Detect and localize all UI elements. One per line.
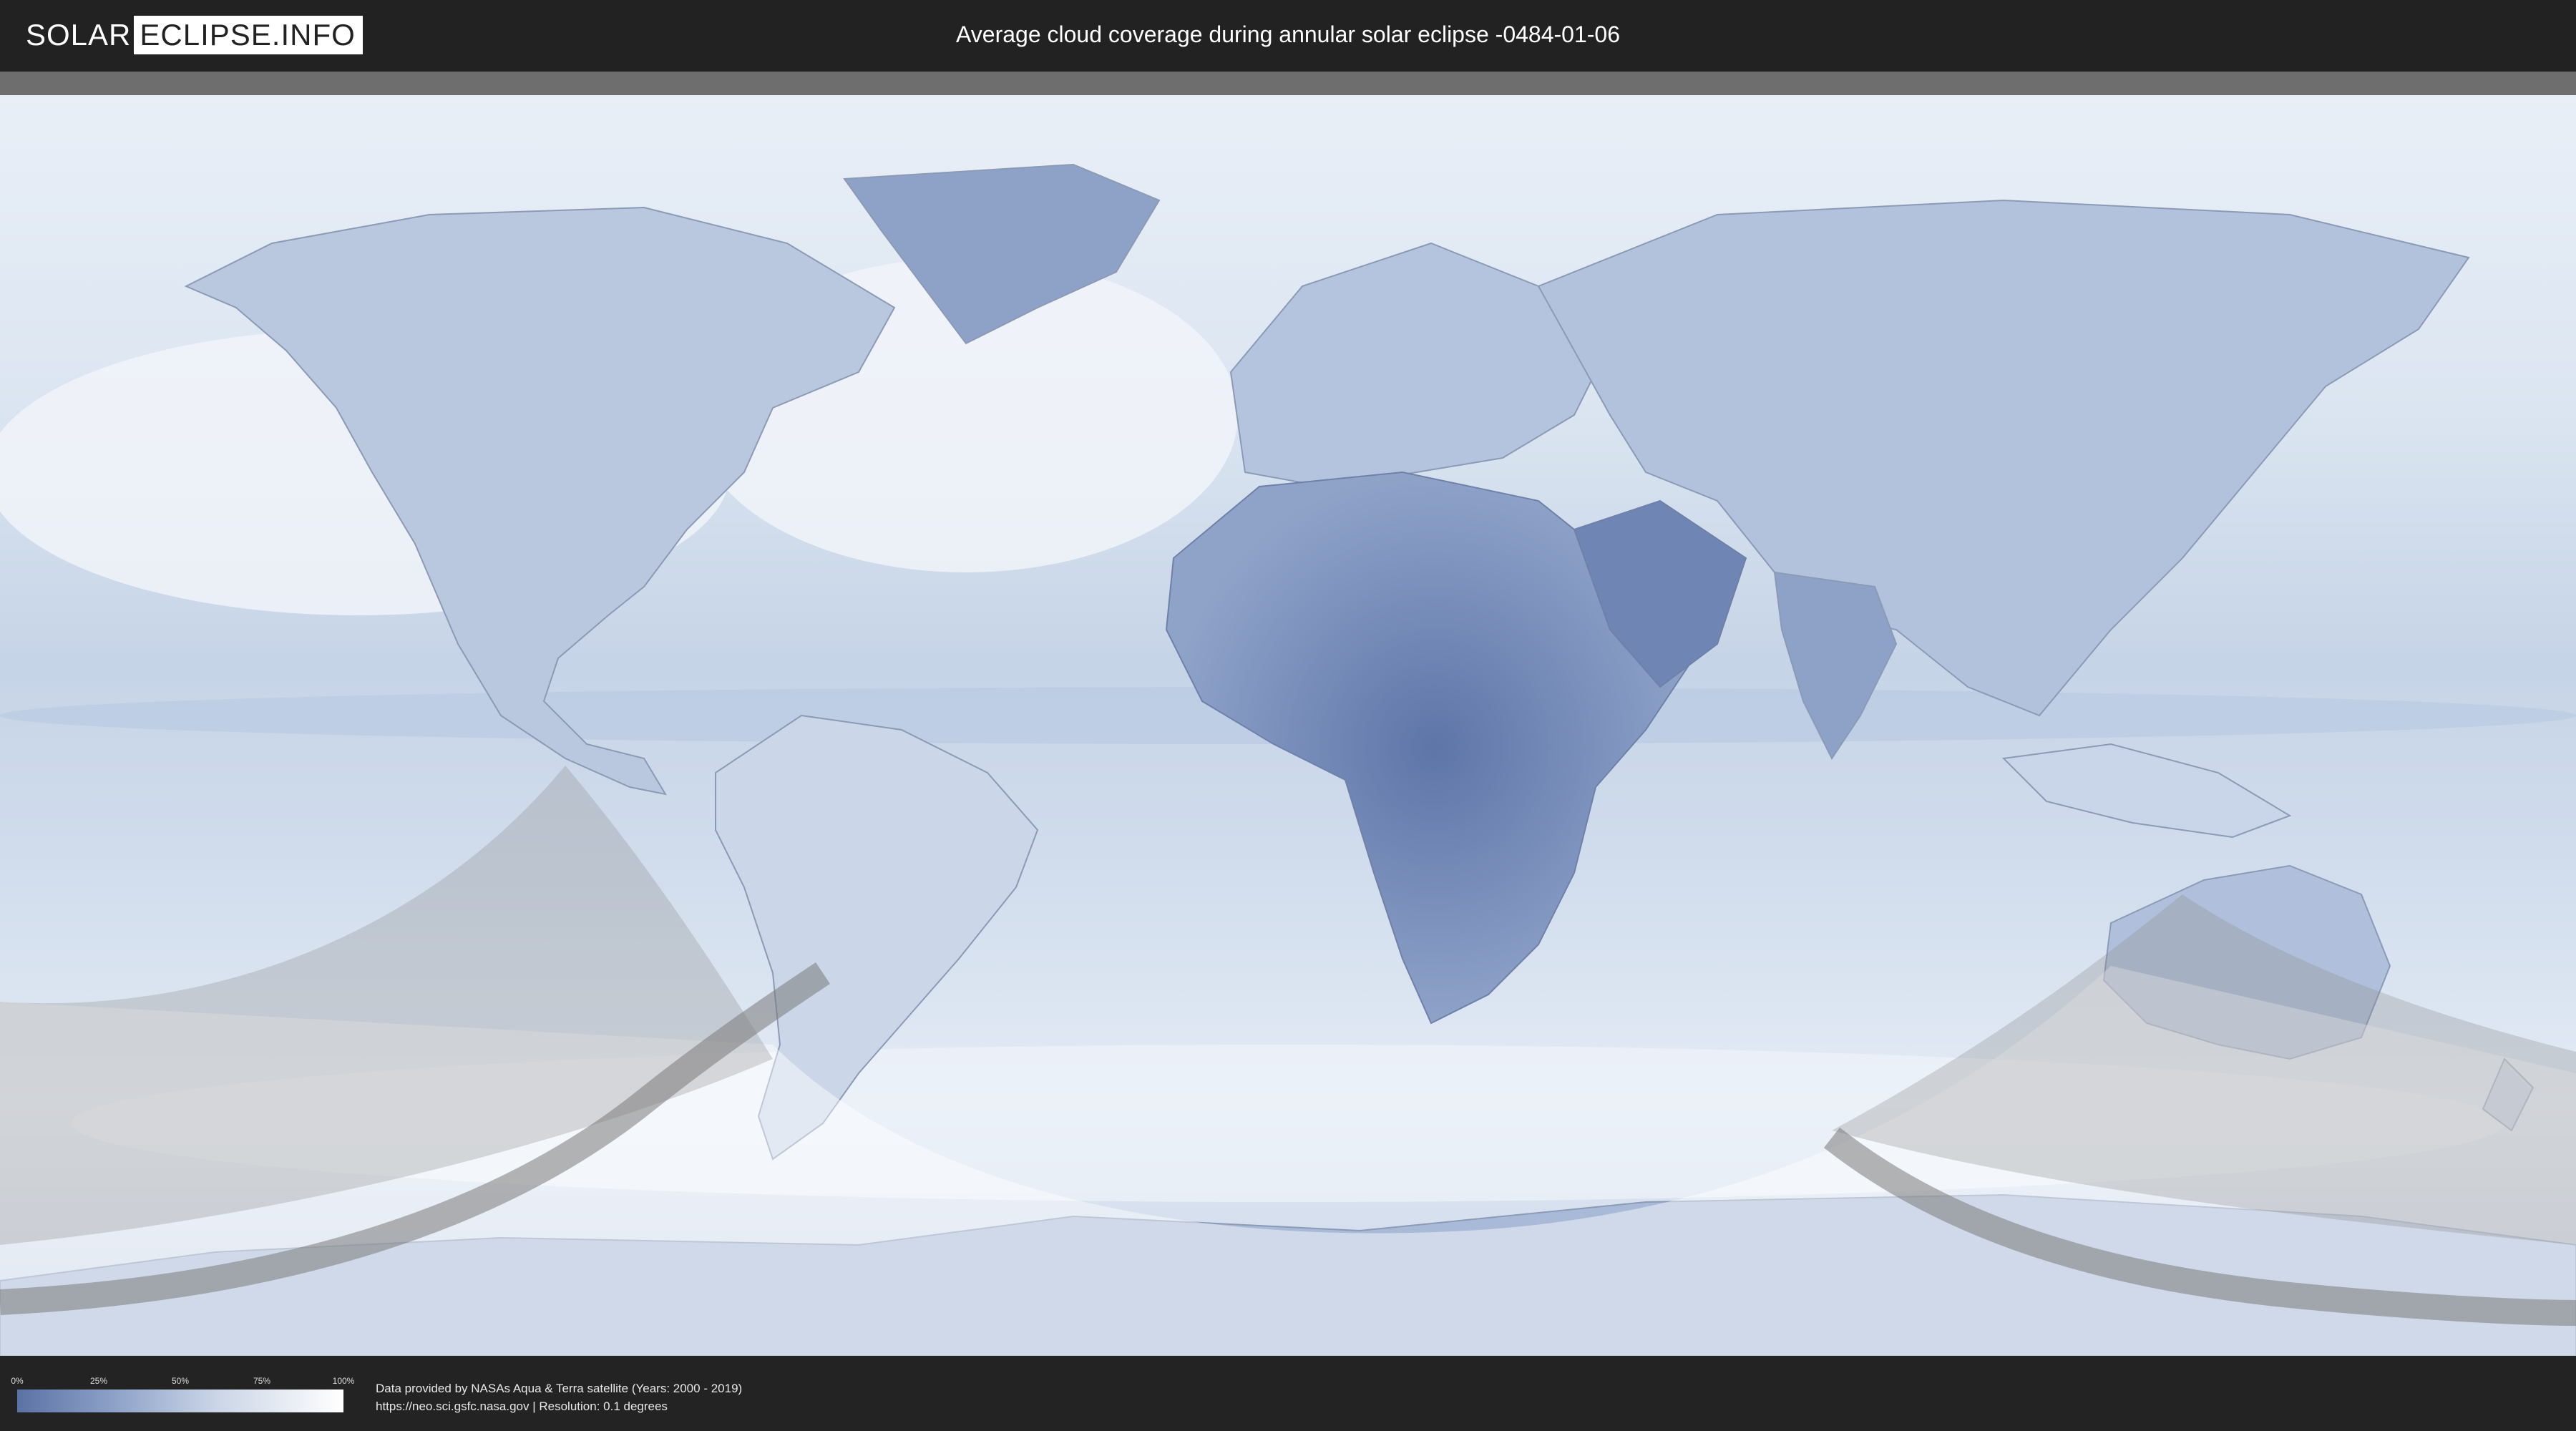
legend-tick: 75% (253, 1376, 271, 1386)
cloud-coverage-legend-bar (17, 1390, 343, 1412)
map-frame (0, 72, 2576, 1356)
legend-tick-labels: 0% 25% 50% 75% 100% (11, 1376, 354, 1386)
header-bar: SOLAR ECLIPSE.INFO Average cloud coverag… (0, 0, 2576, 72)
page-title: Average cloud coverage during annular so… (956, 21, 1620, 47)
credit-line-source: Data provided by NASAs Aqua & Terra sate… (376, 1382, 743, 1395)
map-top-band (0, 72, 2576, 95)
legend-tick: 100% (332, 1376, 355, 1386)
legend-tick: 0% (11, 1376, 24, 1386)
cloud-coverage-map (0, 72, 2576, 1356)
data-credit: Data provided by NASAs Aqua & Terra sate… (376, 1379, 742, 1415)
legend-tick: 25% (89, 1376, 108, 1386)
credit-line-url[interactable]: https://neo.sci.gsfc.nasa.gov | Resoluti… (376, 1397, 742, 1415)
legend-tick: 50% (171, 1376, 190, 1386)
